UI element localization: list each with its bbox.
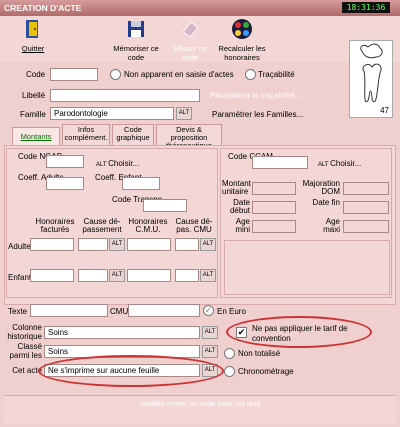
col-honoraires-factures: Honoraires facturés xyxy=(35,217,75,234)
tracabilite-radio[interactable] xyxy=(245,69,256,80)
code-label: Code xyxy=(26,70,46,79)
colonne-historique-picker[interactable]: ALT xyxy=(202,326,218,339)
adulte-cause-cmu-input[interactable] xyxy=(175,238,199,251)
cmu-input[interactable] xyxy=(128,304,200,317)
enfant-cause-input[interactable] xyxy=(78,269,108,282)
age-maxi-input[interactable] xyxy=(343,220,389,233)
choisir-ngap-link[interactable]: ALT Choisir... xyxy=(96,159,139,168)
recalc-button[interactable]: Recalculer les honoraires xyxy=(216,18,268,62)
adulte-honoraires-cmu-input[interactable] xyxy=(127,238,171,251)
highlight-ellipse-cet-acte xyxy=(38,355,224,387)
col-cause-depassement: Cause dé- passement xyxy=(82,217,122,234)
date-fin-input[interactable] xyxy=(343,201,389,214)
enfant-cause-cmu-input[interactable] xyxy=(175,269,199,282)
enfant-honoraires-cmu-input[interactable] xyxy=(127,269,171,282)
texte-input[interactable] xyxy=(30,304,108,317)
age-mini-input[interactable] xyxy=(252,220,296,233)
date-fin-label: Date fin xyxy=(312,198,340,207)
highlight-ellipse-convention xyxy=(226,316,372,348)
libelle-input[interactable] xyxy=(50,89,200,102)
enfant-label: Enfant xyxy=(8,273,32,282)
famille-label: Famille xyxy=(20,110,46,119)
famille-input[interactable]: Parodontologie xyxy=(50,107,174,120)
montant-unitaire-label: Montant unitaire xyxy=(222,179,251,196)
enfant-cause-picker[interactable]: ALT xyxy=(109,269,125,282)
tab-devis-proposition[interactable]: Devis & proposition thérapeutique xyxy=(156,124,222,150)
clock: 18:31:36 xyxy=(342,2,390,13)
adulte-cause-input[interactable] xyxy=(78,238,108,251)
memorize-label: Mémoriser ce code xyxy=(113,44,159,62)
adulte-label: Adulte xyxy=(8,242,31,251)
code-ngap-input[interactable] xyxy=(46,155,84,168)
non-apparent-label: Non apparent en saisie d'actes xyxy=(124,70,234,79)
en-euro-check[interactable]: ✓ xyxy=(203,305,214,316)
tab-montants[interactable]: Montants xyxy=(12,127,60,145)
classe-parmi-picker[interactable]: ALT xyxy=(202,345,218,358)
tab-infos-complement[interactable]: Infos complément. xyxy=(62,124,110,145)
chronometrage-label: Chronométrage xyxy=(238,367,294,376)
memorize-button[interactable]: Mémoriser ce code xyxy=(110,18,162,62)
cmu-label: CMU xyxy=(110,307,129,316)
non-totalise-label: Non totalisé xyxy=(238,349,281,358)
tooth-number: 47 xyxy=(380,106,389,115)
enfant-cause-cmu-picker[interactable]: ALT xyxy=(200,269,216,282)
quit-label: Quitter xyxy=(21,44,45,53)
cet-acte-label: Cet acte xyxy=(12,366,42,375)
choisir-ccam-link[interactable]: ALT Choisir... xyxy=(318,159,361,168)
libelle-label: Libellé xyxy=(22,91,46,100)
colonne-historique-label: Colonne historique xyxy=(7,323,42,341)
window-title: CREATION D'ACTE xyxy=(0,0,400,16)
eraser-icon xyxy=(182,21,199,38)
recalc-label: Recalculer les honoraires xyxy=(218,44,266,62)
tooth-picture[interactable]: 47 xyxy=(349,40,393,118)
adulte-cause-picker[interactable]: ALT xyxy=(109,238,125,251)
tab-code-graphique[interactable]: Code graphique xyxy=(112,124,154,145)
enfant-honoraires-input[interactable] xyxy=(30,269,74,282)
date-debut-label: Date début xyxy=(229,198,250,215)
status-bar: Veuillez entrer un code pour cet acte xyxy=(4,395,396,423)
code-input[interactable] xyxy=(50,68,98,81)
recalculate-icon xyxy=(232,19,252,39)
coeff-enfant-input[interactable] xyxy=(122,177,160,190)
code-transpo-input[interactable] xyxy=(143,199,187,212)
ccam-info-box xyxy=(224,240,390,295)
adulte-honoraires-input[interactable] xyxy=(30,238,74,251)
majoration-dom-input[interactable] xyxy=(343,182,389,195)
majoration-dom-label: Majoration DOM xyxy=(302,179,340,196)
adulte-cause-cmu-picker[interactable]: ALT xyxy=(200,238,216,251)
coeff-adulte-input[interactable] xyxy=(46,177,84,190)
param-tracabilite-link[interactable]: Paramétrer la traçabilité... xyxy=(210,91,302,100)
choose-icon: ALT xyxy=(96,162,109,168)
tracabilite-label: Traçabilité xyxy=(258,70,295,79)
date-debut-input[interactable] xyxy=(252,201,296,214)
non-apparent-radio[interactable] xyxy=(110,69,121,80)
classe-parmi-label: Classé parmi les xyxy=(9,342,42,360)
choose-icon-ccam: ALT xyxy=(318,162,331,168)
en-euro-label: En Euro xyxy=(217,307,246,316)
age-maxi-label: Age maxi xyxy=(323,217,340,234)
code-ccam-input[interactable] xyxy=(252,156,308,169)
code-transpo-label: Code Transpo xyxy=(112,195,163,204)
coeff-adulte-label: Coeff. Adulte xyxy=(18,173,64,182)
erase-button[interactable]: Effacer ce code xyxy=(168,18,212,62)
colonne-historique-select[interactable]: Soins xyxy=(44,326,200,339)
floppy-disk-icon xyxy=(128,21,144,37)
chronometrage-radio[interactable] xyxy=(224,366,235,377)
col-cause-depas-cmu: Cause dé- pas. CMU xyxy=(175,217,213,234)
door-exit-icon xyxy=(26,20,38,38)
col-honoraires-cmu: Honoraires C.M.U. xyxy=(128,217,168,234)
texte-label: Texte xyxy=(8,307,28,316)
montant-unitaire-input[interactable] xyxy=(252,182,296,195)
erase-label: Effacer ce code xyxy=(173,44,207,62)
quit-button[interactable]: Quitter xyxy=(16,18,50,53)
famille-picker-button[interactable]: ALT xyxy=(176,107,192,120)
coeff-enfant-label: Coeff. Enfant xyxy=(95,173,142,182)
param-familles-link[interactable]: Paramétrer les Familles... xyxy=(212,110,303,119)
age-mini-label: Age mini xyxy=(235,217,250,234)
non-totalise-radio[interactable] xyxy=(224,348,235,359)
